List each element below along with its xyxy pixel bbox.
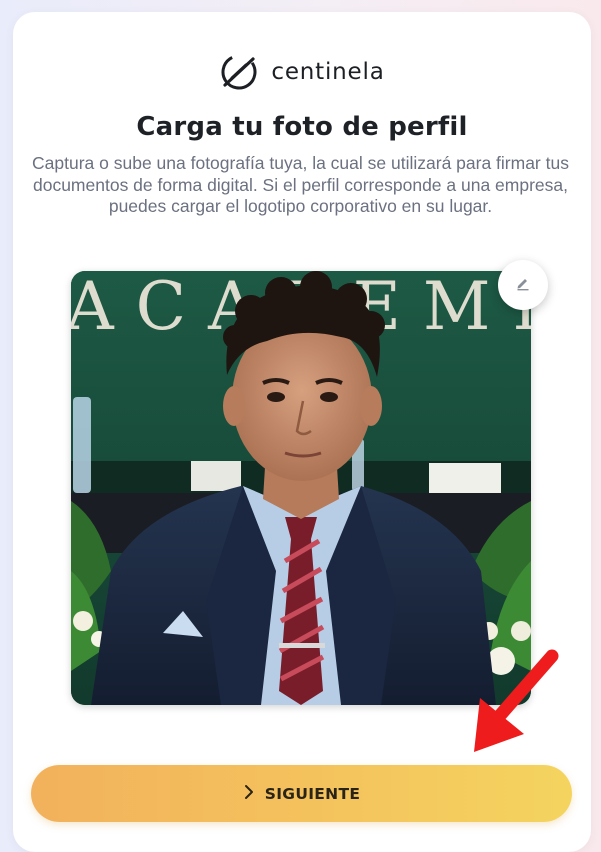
next-button[interactable]: SIGUIENTE: [31, 765, 572, 822]
brand-name: centinela: [271, 59, 385, 85]
page-description: Captura o sube una fotografía tuya, la c…: [32, 153, 569, 216]
pencil-icon: [515, 275, 531, 295]
chevron-right-icon: [243, 784, 255, 804]
profile-photo: ACADEMI: [71, 271, 531, 705]
brand-header: centinela: [13, 53, 591, 91]
centinela-logo-icon: [219, 53, 259, 91]
page-title: Carga tu foto de perfil: [136, 112, 468, 142]
edit-photo-button[interactable]: [498, 260, 548, 310]
red-arrow-annotation: [474, 649, 559, 752]
next-button-label: SIGUIENTE: [264, 784, 361, 803]
